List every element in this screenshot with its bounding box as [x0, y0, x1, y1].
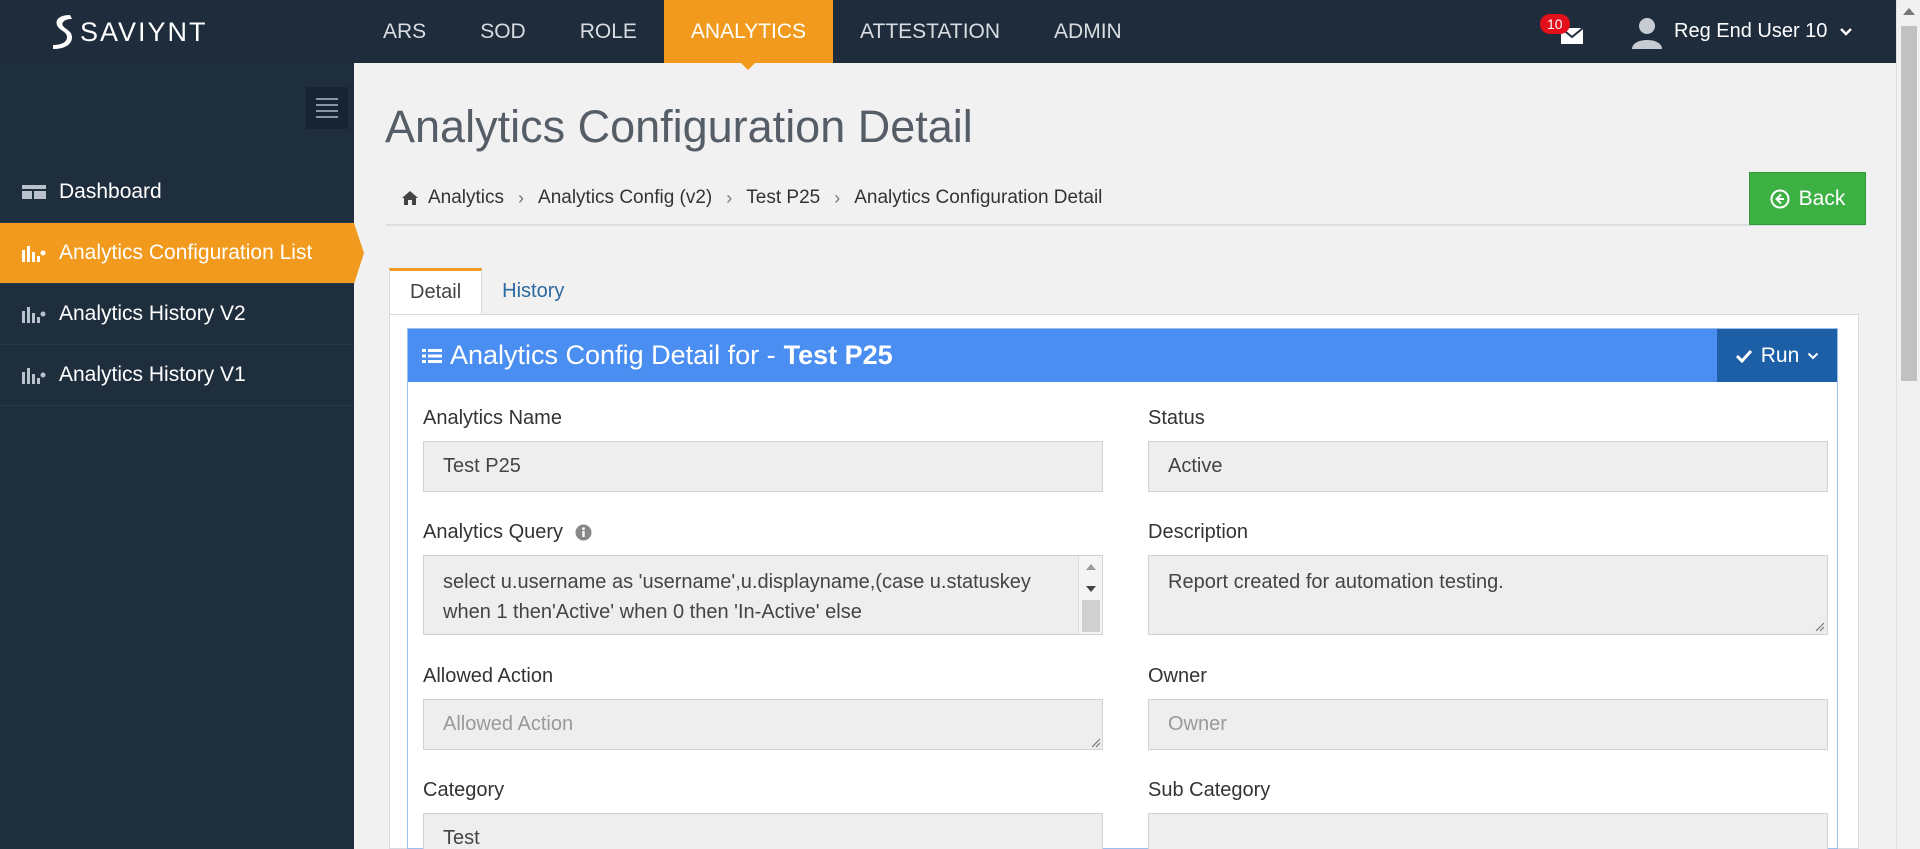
brand-name: SAVIYNT [80, 16, 208, 47]
main-content: Analytics Configuration Detail Analytics… [354, 63, 1896, 849]
breadcrumb-separator-icon: › [726, 187, 733, 208]
bar-chart-icon [22, 366, 48, 384]
analytics-query-textarea[interactable]: select u.username as 'username',u.displa… [423, 555, 1103, 635]
menu-line [316, 104, 338, 106]
breadcrumb-analytics-config[interactable]: Analytics Config (v2) [538, 187, 712, 209]
saviynt-logo-mark-icon [53, 15, 72, 49]
panel-title-name: Test P25 [783, 340, 893, 370]
circle-arrow-left-icon [1770, 189, 1790, 208]
nav-sod[interactable]: SOD [453, 0, 553, 63]
chevron-down-icon [1808, 352, 1819, 359]
bar-chart-icon [22, 244, 48, 262]
tab-bar: Detail History [389, 268, 584, 314]
sidebar-toggle-button[interactable] [306, 87, 348, 129]
tab-detail[interactable]: Detail [389, 268, 483, 314]
analytics-query-text: select u.username as 'username',u.displa… [443, 571, 1031, 623]
owner-label: Owner [1148, 665, 1207, 687]
home-icon[interactable] [401, 190, 419, 206]
top-navbar: SAVIYNT ARS SOD ROLE ANALYTICS ATTESTATI… [0, 0, 1920, 70]
status-label: Status [1148, 407, 1205, 429]
sidebar-item-label: Analytics Configuration List [59, 241, 313, 264]
back-button[interactable]: Back [1749, 172, 1866, 225]
sub-category-label: Sub Category [1148, 779, 1271, 801]
sidebar-item-analytics-configuration-list[interactable]: Analytics Configuration List [0, 223, 364, 284]
nav-role[interactable]: ROLE [553, 0, 664, 63]
page-scrollbar[interactable] [1896, 0, 1920, 849]
sidebar-item-label: Analytics History V2 [59, 302, 246, 325]
info-icon[interactable] [575, 524, 592, 541]
back-button-label: Back [1798, 186, 1846, 210]
nav-ars[interactable]: ARS [356, 0, 453, 63]
menu-line [316, 98, 338, 100]
analytics-config-panel: Analytics Config Detail for - Test P25 R… [407, 328, 1838, 849]
tab-history[interactable]: History [482, 268, 584, 314]
breadcrumb: Analytics › Analytics Config (v2) › Test… [401, 187, 1102, 209]
sidebar-item-analytics-history-v2[interactable]: Analytics History V2 [0, 284, 354, 345]
description-label: Description [1148, 521, 1249, 543]
breadcrumb-current: Analytics Configuration Detail [854, 187, 1103, 208]
scroll-up-arrow-icon[interactable] [1903, 8, 1915, 15]
panel-title-prefix: Analytics Config Detail for - [450, 340, 776, 370]
scrollbar-thumb[interactable] [1901, 26, 1917, 381]
sidebar: Dashboard Analytics Configuration List A… [0, 63, 364, 849]
sub-category-field[interactable] [1148, 813, 1828, 849]
notification-count-badge: 10 [1540, 14, 1570, 34]
menu-line [316, 110, 338, 112]
sidebar-item-label: Dashboard [59, 180, 162, 203]
main-nav: ARS SOD ROLE ANALYTICS ATTESTATION ADMIN [356, 0, 1149, 70]
user-name: Reg End User 10 [1674, 20, 1828, 42]
user-avatar-icon [1632, 17, 1662, 49]
run-button-label: Run [1760, 343, 1800, 367]
analytics-query-label: Analytics Query [423, 521, 592, 544]
user-menu[interactable]: Reg End User 10 [1630, 0, 1853, 63]
owner-field[interactable]: Owner [1148, 699, 1828, 750]
sidebar-item-dashboard[interactable]: Dashboard [0, 162, 354, 223]
category-label: Category [423, 779, 505, 801]
resize-handle-icon[interactable] [1089, 736, 1101, 748]
breadcrumb-separator-icon: › [518, 187, 525, 208]
dashboard-icon [22, 184, 48, 200]
breadcrumb-analytics[interactable]: Analytics [428, 187, 504, 209]
query-scrollbar[interactable] [1078, 556, 1102, 634]
status-field[interactable]: Active [1148, 441, 1828, 492]
category-field[interactable]: Test [423, 813, 1103, 849]
resize-handle-icon[interactable] [1813, 620, 1825, 632]
allowed-action-label: Allowed Action [423, 665, 554, 687]
nav-attestation[interactable]: ATTESTATION [833, 0, 1027, 63]
analytics-name-label: Analytics Name [423, 407, 562, 429]
sidebar-item-label: Analytics History V1 [59, 363, 246, 386]
nav-analytics[interactable]: ANALYTICS [663, 0, 834, 70]
check-icon [1735, 349, 1752, 363]
run-button[interactable]: Run [1717, 329, 1837, 382]
breadcrumb-test-p25[interactable]: Test P25 [746, 187, 820, 209]
chevron-down-icon [1840, 27, 1853, 36]
analytics-name-field[interactable]: Test P25 [423, 441, 1103, 492]
saviynt-logo[interactable]: SAVIYNT [48, 12, 208, 52]
panel-header: Analytics Config Detail for - Test P25 R… [408, 329, 1837, 382]
description-text: Report created for automation testing. [1168, 571, 1504, 593]
sidebar-item-analytics-history-v1[interactable]: Analytics History V1 [0, 345, 354, 406]
breadcrumb-separator-icon: › [834, 187, 841, 208]
allowed-action-field[interactable]: Allowed Action [423, 699, 1103, 750]
description-textarea[interactable]: Report created for automation testing. [1148, 555, 1828, 635]
list-icon [422, 348, 442, 364]
menu-line [316, 116, 338, 118]
analytics-query-label-text: Analytics Query [423, 521, 564, 543]
notifications-button[interactable]: 10 [1538, 12, 1584, 52]
nav-admin[interactable]: ADMIN [1027, 0, 1149, 63]
breadcrumb-divider [386, 224, 1866, 226]
scroll-arrows-icon [1082, 564, 1100, 632]
bar-chart-icon [22, 305, 48, 323]
page-title: Analytics Configuration Detail [385, 101, 973, 152]
